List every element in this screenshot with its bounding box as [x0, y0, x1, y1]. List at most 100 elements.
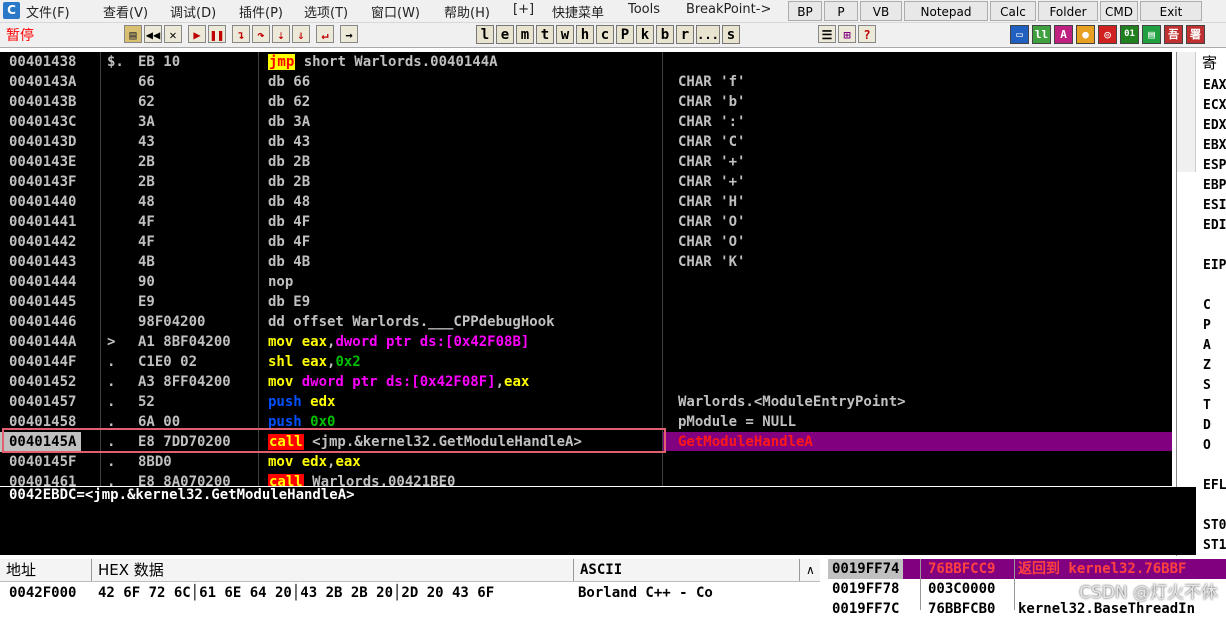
p-button[interactable]: P	[824, 1, 858, 21]
disasm-row[interactable]: 00401442 4F db 4F CHAR 'O'	[0, 232, 1172, 252]
register-label: EAX	[1203, 78, 1226, 93]
menu-options[interactable]: 选项(T)	[304, 2, 348, 21]
toolbar-letter-r[interactable]: r	[676, 25, 694, 44]
instr-part: db 2B	[268, 174, 311, 190]
folder-button[interactable]: Folder	[1038, 1, 1098, 21]
toolbar-letter-m[interactable]: m	[516, 25, 534, 44]
toolbar-letter-k[interactable]: k	[636, 25, 654, 44]
dump-header-ascii[interactable]: ASCII	[574, 559, 800, 581]
plugin-icon-5[interactable]: ◎	[1098, 25, 1117, 44]
step-into-icon[interactable]: ↴	[232, 25, 250, 43]
notepad-button[interactable]: Notepad	[904, 1, 988, 21]
plugin-icon-8[interactable]: 吾	[1164, 25, 1183, 44]
calc-button[interactable]: Calc	[990, 1, 1036, 21]
instr-part: mov	[268, 454, 302, 470]
menu-tools[interactable]: Tools	[628, 2, 660, 17]
disasm-address: 00401445	[9, 294, 77, 310]
plugin-icon-9[interactable]: 署	[1186, 25, 1205, 44]
hex-dump-pane[interactable]: 地址 HEX 数据 ASCII ∧ 0042F000 42 6F 72 6C│6…	[0, 559, 820, 610]
pause-icon[interactable]: ❚❚	[208, 25, 226, 43]
menu-shortcuts[interactable]: 快捷菜单	[552, 2, 604, 21]
toolbar-letter-h[interactable]: h	[576, 25, 594, 44]
rewind-icon[interactable]: ◀◀	[144, 25, 162, 43]
menu-view[interactable]: 查看(V)	[103, 2, 148, 21]
disasm-row[interactable]: 00401440 48 db 48 CHAR 'H'	[0, 192, 1172, 212]
menu-plugins[interactable]: 插件(P)	[239, 2, 283, 21]
disasm-instruction: mov edx,eax	[268, 452, 361, 472]
list-icon[interactable]: ☰	[818, 25, 836, 43]
toolbar-letter-w[interactable]: w	[556, 25, 574, 44]
disasm-row[interactable]: 0040143F 2B db 2B CHAR '+'	[0, 172, 1172, 192]
bp-button[interactable]: BP	[788, 1, 822, 21]
disasm-instruction: db 3A	[268, 112, 310, 132]
menu-plus[interactable]: [+]	[513, 2, 534, 17]
trace-into-icon[interactable]: ⇣	[272, 25, 290, 43]
toolbar-letter-more[interactable]: ...	[696, 25, 720, 44]
execute-till-return-icon[interactable]: ↵	[316, 25, 334, 43]
plugin-icon-7[interactable]: ▤	[1142, 25, 1161, 44]
menu-debug[interactable]: 调试(D)	[170, 2, 216, 21]
disasm-address: 0040143B	[9, 94, 77, 110]
goto-icon[interactable]: →	[340, 25, 358, 43]
disasm-row[interactable]: 0040143C 3A db 3A CHAR ':'	[0, 112, 1172, 132]
disasm-row[interactable]: 0040143D 43 db 43 CHAR 'C'	[0, 132, 1172, 152]
plugin-icon-3[interactable]: A	[1054, 25, 1073, 44]
dump-header-hex[interactable]: HEX 数据	[92, 559, 574, 581]
instr-part: mov	[268, 374, 302, 390]
disasm-row[interactable]: 00401452. A3 8FF04200 mov dword ptr ds:[0x…	[0, 372, 1172, 392]
disasm-row[interactable]: 00401461. E8 8A070200 call Warlords.00421B…	[0, 472, 1172, 486]
toolbar-letter-c[interactable]: c	[596, 25, 614, 44]
register-label: ESP	[1203, 158, 1226, 173]
disasm-row[interactable]: 00401446 98F04200 dd offset Warlords.___CP…	[0, 312, 1172, 332]
windows-icon[interactable]: ⊞	[838, 25, 856, 43]
step-over-icon[interactable]: ↷	[252, 25, 270, 43]
plugin-icon-2[interactable]: ll	[1032, 25, 1051, 44]
menu-file[interactable]: 文件(F)	[26, 2, 70, 21]
toolbar-letter-e[interactable]: e	[496, 25, 514, 44]
disasm-row[interactable]: 0040143A 66 db 66 CHAR 'f'	[0, 72, 1172, 92]
menu-help[interactable]: 帮助(H)	[444, 2, 490, 21]
disasm-comment: CHAR 'H'	[678, 194, 746, 210]
toolbar-letter-b[interactable]: b	[656, 25, 674, 44]
disasm-address: 00401461	[9, 474, 77, 486]
disasm-comment: CHAR 'O'	[678, 214, 746, 230]
disasm-row[interactable]: 00401438 $. EB 10 jmp short Warlords.004014…	[0, 52, 1172, 72]
menu-window[interactable]: 窗口(W)	[371, 2, 420, 21]
open-icon[interactable]: ▤	[124, 25, 142, 43]
disasm-row[interactable]: 00401445 E9 db E9	[0, 292, 1172, 312]
disasm-row[interactable]: 0040144A > A1 8BF04200 mov eax,dword ptr ds…	[0, 332, 1172, 352]
disasm-row[interactable]: 00401443 4B db 4B CHAR 'K'	[0, 252, 1172, 272]
help-icon[interactable]: ?	[858, 25, 876, 43]
menu-breakpoint[interactable]: BreakPoint->	[686, 2, 771, 17]
info-line: 0042EBDC=<jmp.&kernel32.GetModuleHandleA…	[9, 487, 355, 503]
disasm-row[interactable]: 0040143B 62 db 62 CHAR 'b'	[0, 92, 1172, 112]
trace-over-icon[interactable]: ⇓	[292, 25, 310, 43]
vb-button[interactable]: VB	[860, 1, 902, 21]
toolbar-letter-l[interactable]: l	[476, 25, 494, 44]
disasm-comment: CHAR 'f'	[678, 74, 746, 90]
disasm-comment: CHAR '+'	[678, 174, 746, 190]
registers-scrollbar[interactable]	[1177, 52, 1196, 172]
disasm-row[interactable]: 0040144F. C1E0 02 shl eax,0x2	[0, 352, 1172, 372]
plugin-icon-6[interactable]: 01	[1120, 25, 1139, 44]
disasm-row[interactable]: 00401441 4F db 4F CHAR 'O'	[0, 212, 1172, 232]
disasm-row[interactable]: 00401457. 52 push edx Warlords.<ModuleEntry…	[0, 392, 1172, 412]
toolbar-letter-p[interactable]: P	[616, 25, 634, 44]
instr-part: db E9	[268, 294, 311, 310]
close-icon[interactable]: ✕	[164, 25, 182, 43]
run-icon[interactable]: ▶	[188, 25, 206, 43]
plugin-icon-4[interactable]: ●	[1076, 25, 1095, 44]
disasm-row[interactable]: 00401444 90 nop	[0, 272, 1172, 292]
toolbar-letter-t[interactable]: t	[536, 25, 554, 44]
disasm-row[interactable]: 0040145F. 8BD0 mov edx,eax	[0, 452, 1172, 472]
plugin-icon-1[interactable]: ▭	[1010, 25, 1029, 44]
disassembly-pane[interactable]: 00401438 $. EB 10 jmp short Warlords.004014…	[0, 52, 1172, 486]
cmd-button[interactable]: CMD	[1100, 1, 1138, 21]
instr-part: 0x2	[335, 354, 361, 370]
dump-header-address[interactable]: 地址	[0, 559, 92, 581]
disasm-row[interactable]: 0040143E 2B db 2B CHAR '+'	[0, 152, 1172, 172]
toolbar-letter-s[interactable]: s	[722, 25, 740, 44]
disasm-hex: A3 8FF04200	[138, 374, 231, 390]
dump-scroll-up-icon[interactable]: ∧	[800, 559, 820, 581]
exit-button[interactable]: Exit	[1140, 1, 1202, 21]
